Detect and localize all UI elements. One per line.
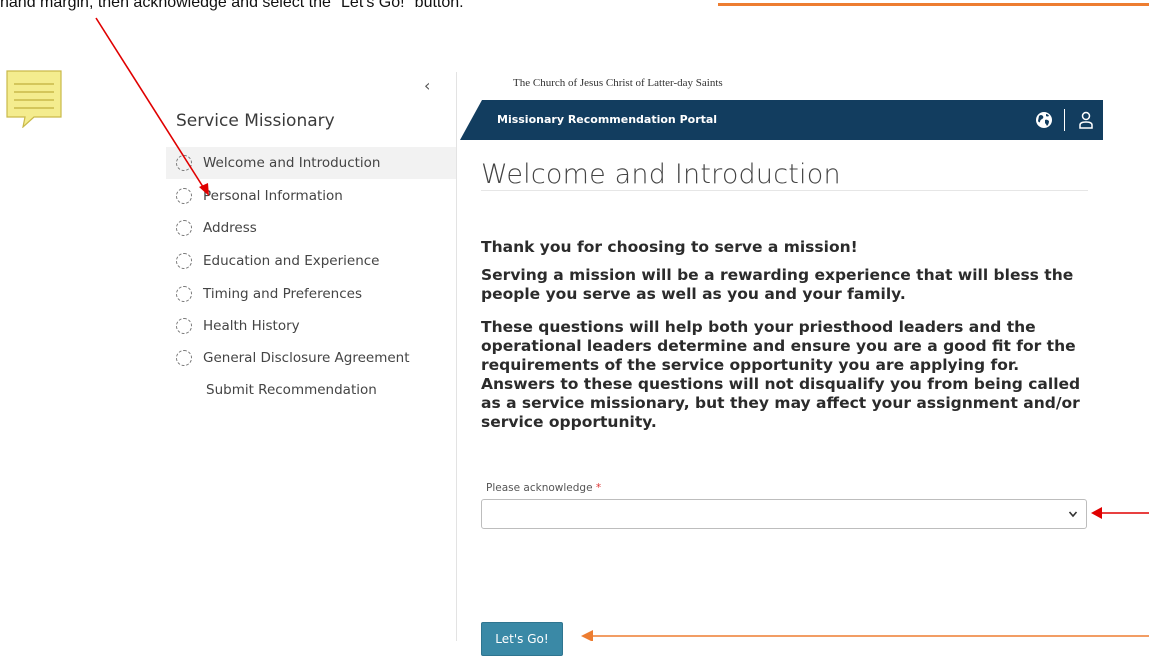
acknowledge-select[interactable] — [481, 499, 1087, 529]
sidebar-item-disclosure[interactable]: General Disclosure Agreement — [166, 342, 456, 374]
collapse-sidebar-button[interactable]: ‹ — [424, 76, 430, 95]
sidebar-title: Service Missionary — [176, 111, 335, 131]
annotation-arrowhead-select — [1091, 507, 1102, 519]
required-mark: * — [595, 482, 602, 494]
intro-paragraph-3: These questions will help both your prie… — [481, 318, 1081, 431]
progress-circle-icon — [176, 188, 192, 204]
sidebar-item-address[interactable]: Address — [166, 212, 456, 244]
sidebar-item-label: General Disclosure Agreement — [203, 350, 410, 366]
progress-circle-icon — [176, 286, 192, 302]
sidebar-item-label: Education and Experience — [203, 253, 380, 269]
sidebar-item-label: Personal Information — [203, 188, 343, 204]
acknowledge-label-text: Please acknowledge — [486, 482, 593, 494]
sidebar-item-health-history[interactable]: Health History — [166, 310, 456, 342]
sidebar-item-label: Submit Recommendation — [206, 382, 377, 398]
sidebar-item-label: Timing and Preferences — [203, 286, 362, 302]
sticky-note-icon — [6, 70, 62, 128]
header-wedge — [460, 100, 482, 140]
header-separator — [1064, 109, 1065, 131]
instruction-text: hand margin, then acknowledge and select… — [0, 0, 464, 11]
page-title: Welcome and Introduction — [481, 159, 841, 190]
sidebar-item-welcome[interactable]: Welcome and Introduction — [166, 147, 456, 179]
progress-circle-icon — [176, 318, 192, 334]
sidebar-item-label: Address — [203, 220, 257, 236]
globe-icon[interactable] — [1035, 111, 1053, 129]
lets-go-button[interactable]: Let's Go! — [481, 622, 563, 656]
progress-circle-icon — [176, 155, 192, 171]
progress-circle-icon — [176, 350, 192, 366]
sidebar-divider — [456, 72, 457, 641]
acknowledge-label: Please acknowledge * — [486, 482, 601, 494]
intro-paragraph-1: Thank you for choosing to serve a missio… — [481, 238, 858, 256]
church-name: The Church of Jesus Christ of Latter-day… — [513, 77, 723, 89]
sidebar-item-label: Welcome and Introduction — [203, 155, 381, 171]
sidebar-item-education[interactable]: Education and Experience — [166, 245, 456, 277]
title-rule — [481, 190, 1088, 191]
sidebar-item-personal-information[interactable]: Personal Information — [166, 180, 456, 212]
progress-circle-icon — [176, 220, 192, 236]
sidebar-item-submit[interactable]: Submit Recommendation — [166, 374, 456, 406]
portal-header-bar: Missionary Recommendation Portal — [460, 100, 1103, 140]
sidebar-item-label: Health History — [203, 318, 300, 334]
intro-paragraph-2: Serving a mission will be a rewarding ex… — [481, 266, 1074, 303]
chevron-down-icon — [1068, 511, 1078, 518]
annotation-line-top — [718, 3, 1149, 6]
annotation-arrowhead-button — [581, 630, 593, 641]
portal-title: Missionary Recommendation Portal — [497, 113, 718, 126]
sidebar-item-timing[interactable]: Timing and Preferences — [166, 278, 456, 310]
progress-circle-icon — [176, 253, 192, 269]
user-icon[interactable] — [1078, 110, 1094, 130]
